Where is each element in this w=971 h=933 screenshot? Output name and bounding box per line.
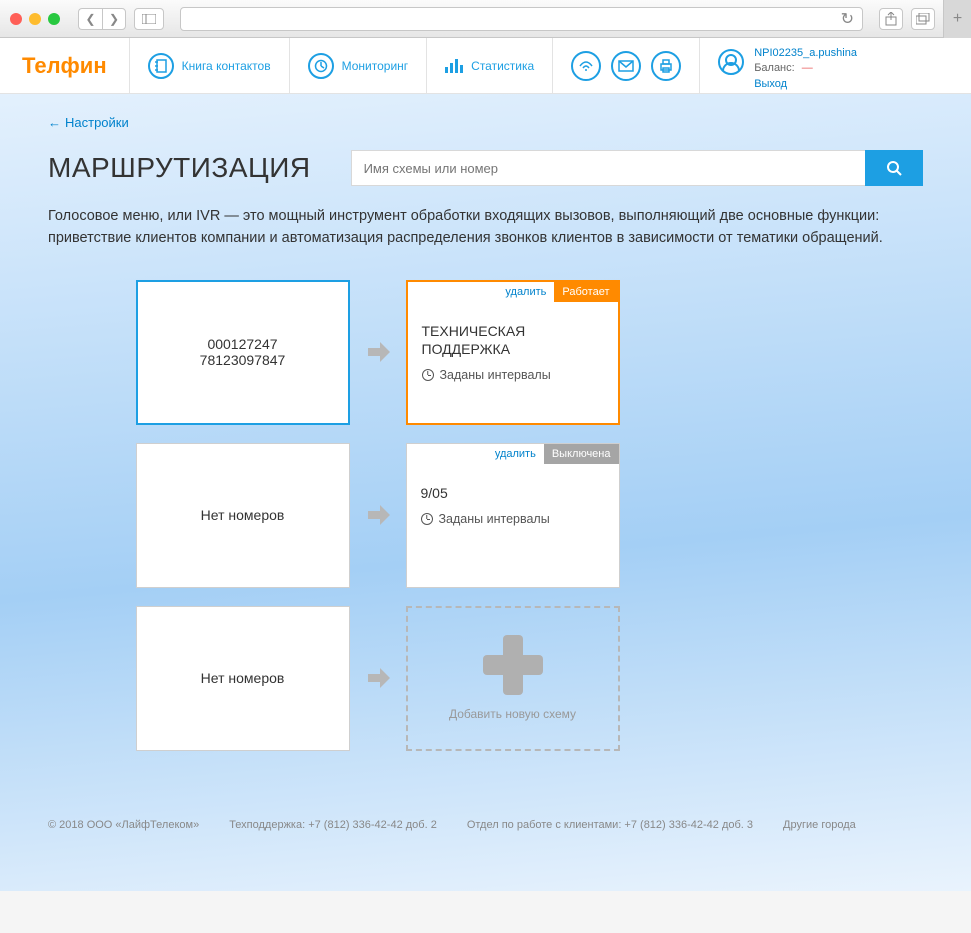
user-block: NPI02235_a.pushina Баланс: — Выход: [700, 38, 875, 93]
nav-contacts-label: Книга контактов: [182, 59, 271, 73]
scheme-card[interactable]: удалить Работает ТЕХНИЧЕСКАЯ ПОДДЕРЖКА З…: [406, 280, 620, 425]
clock-icon: [422, 369, 434, 381]
add-scheme-button[interactable]: Добавить новую схему: [406, 606, 620, 751]
footer-copyright: © 2018 ООО «ЛайфТелеком»: [48, 819, 199, 831]
scheme-title: 9/05: [421, 484, 605, 502]
arrow-left-icon: ←: [48, 115, 61, 130]
intervals-label: Заданы интервалы: [440, 368, 551, 382]
numbers-card[interactable]: 000127247 78123097847: [136, 280, 350, 425]
contacts-icon: [148, 53, 174, 79]
nav-monitoring[interactable]: Мониторинг: [290, 38, 428, 93]
window-controls: [10, 13, 60, 25]
clock-icon: [421, 513, 433, 525]
routing-row: Нет номеров удалить Выключена 9/05 Задан…: [136, 443, 836, 588]
footer-clients: Отдел по работе с клиентами: +7 (812) 33…: [467, 819, 753, 831]
plus-icon: [483, 635, 543, 695]
footer-support: Техподдержка: +7 (812) 336-42-42 доб. 2: [229, 819, 437, 831]
new-tab-button[interactable]: +: [943, 0, 971, 38]
delete-link[interactable]: удалить: [497, 282, 554, 302]
status-badge: Выключена: [544, 444, 619, 464]
search-input[interactable]: [351, 150, 865, 186]
nav-stats-label: Статистика: [471, 59, 534, 73]
number-line: 78123097847: [200, 352, 286, 368]
fax-icon[interactable]: [651, 51, 681, 81]
reload-icon[interactable]: ↻: [841, 9, 854, 29]
no-numbers-label: Нет номеров: [201, 670, 285, 686]
nav-back-forward: ❮ ❯: [78, 8, 126, 30]
back-button[interactable]: ❮: [78, 8, 102, 30]
search: [351, 150, 923, 186]
search-button[interactable]: [865, 150, 923, 186]
nav-stats[interactable]: Статистика: [427, 38, 553, 93]
routing-row: 000127247 78123097847 удалить Работает Т…: [136, 280, 836, 425]
minimize-window-icon[interactable]: [29, 13, 41, 25]
back-link-label: Настройки: [65, 115, 129, 130]
logout-link[interactable]: Выход: [754, 77, 857, 92]
add-scheme-label: Добавить новую схему: [449, 707, 576, 721]
nav-monitoring-label: Мониторинг: [342, 59, 409, 73]
intervals-label: Заданы интервалы: [439, 512, 550, 526]
user-icon: [718, 49, 744, 75]
stats-icon: [445, 59, 463, 73]
balance-label: Баланс:: [754, 62, 795, 74]
sidebar-toggle[interactable]: [134, 8, 164, 30]
intervals-row: Заданы интервалы: [422, 368, 604, 382]
arrow-right-icon: [364, 664, 392, 692]
wifi-icon[interactable]: [571, 51, 601, 81]
footer-cities[interactable]: Другие города: [783, 819, 856, 831]
user-login-link[interactable]: NPI02235_a.pushina: [754, 46, 857, 61]
quick-icons: [553, 38, 700, 93]
tabs-button[interactable]: [911, 8, 935, 30]
no-numbers-label: Нет номеров: [201, 507, 285, 523]
mail-icon[interactable]: [611, 51, 641, 81]
share-button[interactable]: [879, 8, 903, 30]
status-badge: Работает: [554, 282, 617, 302]
monitoring-icon: [308, 53, 334, 79]
logo[interactable]: Телфин: [0, 38, 130, 93]
nav-contacts[interactable]: Книга контактов: [130, 38, 290, 93]
scheme-card[interactable]: удалить Выключена 9/05 Заданы интервалы: [406, 443, 620, 588]
back-settings-link[interactable]: ← Настройки: [48, 115, 129, 130]
routing-row: Нет номеров Добавить новую схему: [136, 606, 836, 751]
scheme-title: ТЕХНИЧЕСКАЯ ПОДДЕРЖКА: [422, 322, 604, 358]
balance-value: —: [802, 62, 813, 74]
forward-button[interactable]: ❯: [102, 8, 126, 30]
search-icon: [886, 160, 902, 176]
numbers-card[interactable]: Нет номеров: [136, 606, 350, 751]
arrow-right-icon: [364, 338, 392, 366]
topbar: Телфин Книга контактов Мониторинг Статис…: [0, 38, 971, 94]
arrow-right-icon: [364, 501, 392, 529]
description-text: Голосовое меню, или IVR — это мощный инс…: [48, 206, 923, 250]
url-bar[interactable]: ↻: [180, 7, 863, 31]
footer: © 2018 ООО «ЛайфТелеком» Техподдержка: +…: [0, 799, 971, 851]
routing-rows: 000127247 78123097847 удалить Работает Т…: [136, 280, 836, 751]
close-window-icon[interactable]: [10, 13, 22, 25]
page-title: МАРШРУТИЗАЦИЯ: [48, 152, 311, 184]
browser-chrome: ❮ ❯ ↻ +: [0, 0, 971, 38]
intervals-row: Заданы интервалы: [421, 512, 605, 526]
numbers-card[interactable]: Нет номеров: [136, 443, 350, 588]
maximize-window-icon[interactable]: [48, 13, 60, 25]
number-line: 000127247: [207, 336, 277, 352]
delete-link[interactable]: удалить: [487, 444, 544, 464]
balance: Баланс: —: [754, 61, 857, 76]
